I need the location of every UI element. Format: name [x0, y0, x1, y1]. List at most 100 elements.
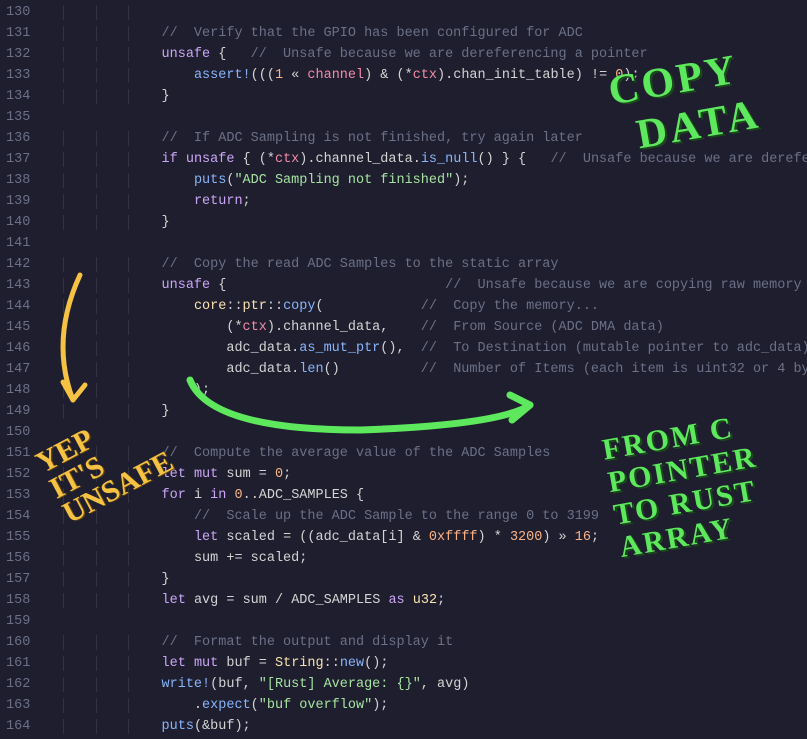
token	[162, 341, 227, 356]
token: // Scale up the ADC Sample to the range …	[194, 509, 599, 524]
token: channel_data	[283, 320, 380, 335]
code-line[interactable]: puts("ADC Sampling not finished");	[44, 170, 807, 191]
token: );	[234, 719, 250, 734]
token: new	[340, 656, 364, 671]
token: mut	[194, 467, 218, 482]
line-number: 146	[6, 338, 30, 359]
line-number: 140	[6, 212, 30, 233]
code-line[interactable]: .expect("buf overflow");	[44, 695, 807, 716]
token: 0	[234, 488, 242, 503]
token: adc_data	[315, 530, 380, 545]
token: let	[162, 656, 186, 671]
token: ;	[437, 593, 445, 608]
code-line[interactable]: // Verify that the GPIO has been configu…	[44, 23, 807, 44]
line-number: 155	[6, 527, 30, 548]
token: ();	[364, 656, 388, 671]
token: // If ADC Sampling is not finished, try …	[162, 131, 583, 146]
token: = ((	[275, 530, 316, 545]
token: «	[283, 68, 307, 83]
line-number: 158	[6, 590, 30, 611]
token	[186, 488, 194, 503]
token	[162, 194, 194, 209]
line-number: 154	[6, 506, 30, 527]
token: 3200	[510, 530, 542, 545]
code-line[interactable]: return;	[44, 191, 807, 212]
token: (*	[162, 320, 243, 335]
token: is_null	[421, 152, 478, 167]
code-line[interactable]: core::ptr::copy( // Copy the memory...	[44, 296, 807, 317]
token: buf	[218, 677, 242, 692]
arrow-yellow	[55, 270, 105, 420]
code-line[interactable]: let mut buf = String::new();	[44, 653, 807, 674]
line-number: 136	[6, 128, 30, 149]
token: channel	[307, 68, 364, 83]
token	[186, 593, 194, 608]
token: i	[388, 530, 396, 545]
token: adc_data	[226, 341, 291, 356]
token: avg	[437, 677, 461, 692]
token: unsafe	[162, 278, 211, 293]
token: }	[162, 404, 170, 419]
code-line[interactable]: }	[44, 569, 807, 590]
line-number: 144	[6, 296, 30, 317]
token	[162, 173, 194, 188]
token: // Format the output and display it	[162, 635, 454, 650]
token: .	[162, 698, 203, 713]
token: ptr	[243, 299, 267, 314]
token: ;	[299, 551, 307, 566]
code-line[interactable]	[44, 233, 807, 254]
code-line[interactable]	[44, 611, 807, 632]
token: ).	[267, 320, 283, 335]
line-number: 164	[6, 716, 30, 737]
token: let	[194, 530, 218, 545]
token: puts	[194, 173, 226, 188]
code-line[interactable]: // Format the output and display it	[44, 632, 807, 653]
line-number: 150	[6, 422, 30, 443]
token: {	[210, 278, 445, 293]
token: ..	[243, 488, 259, 503]
token: if	[162, 152, 178, 167]
token: ] &	[397, 530, 429, 545]
token: );	[453, 173, 469, 188]
code-line[interactable]: puts(&buf);	[44, 716, 807, 737]
line-number: 149	[6, 401, 30, 422]
line-number: 133	[6, 65, 30, 86]
token: +=	[218, 551, 250, 566]
code-line[interactable]	[44, 2, 807, 23]
code-line[interactable]: unsafe { // Unsafe because we are copyin…	[44, 275, 807, 296]
code-line[interactable]: }	[44, 212, 807, 233]
arrow-green	[180, 360, 560, 450]
token: =	[251, 467, 275, 482]
code-line[interactable]: // Copy the read ADC Samples to the stat…	[44, 254, 807, 275]
line-number: 137	[6, 149, 30, 170]
code-line[interactable]: if unsafe { (*ctx).channel_data.is_null(…	[44, 149, 807, 170]
token: buf	[210, 719, 234, 734]
line-number: 145	[6, 317, 30, 338]
code-line[interactable]: (*ctx).channel_data, // From Source (ADC…	[44, 317, 807, 338]
line-number: 135	[6, 107, 30, 128]
line-number: 142	[6, 254, 30, 275]
token	[162, 509, 194, 524]
token: (	[315, 299, 420, 314]
token: )	[461, 677, 469, 692]
line-number-gutter: 1301311321331341351361371381391401411421…	[0, 0, 44, 739]
token: "[Rust] Average: {}"	[259, 677, 421, 692]
line-number: 153	[6, 485, 30, 506]
token: unsafe	[186, 152, 235, 167]
line-number: 131	[6, 23, 30, 44]
token: as_mut_ptr	[299, 341, 380, 356]
code-line[interactable]: write!(buf, "[Rust] Average: {}", avg)	[44, 674, 807, 695]
token: .	[413, 152, 421, 167]
token: 1	[275, 68, 283, 83]
token: String	[275, 656, 324, 671]
token: (&	[194, 719, 210, 734]
token: "buf overflow"	[259, 698, 372, 713]
code-line[interactable]: let avg = sum / ADC_SAMPLES as u32;	[44, 590, 807, 611]
line-number: 160	[6, 632, 30, 653]
token: () } {	[478, 152, 551, 167]
line-number: 139	[6, 191, 30, 212]
token: { (*	[234, 152, 275, 167]
token	[405, 593, 413, 608]
code-line[interactable]: adc_data.as_mut_ptr(), // To Destination…	[44, 338, 807, 359]
token: 16	[575, 530, 591, 545]
